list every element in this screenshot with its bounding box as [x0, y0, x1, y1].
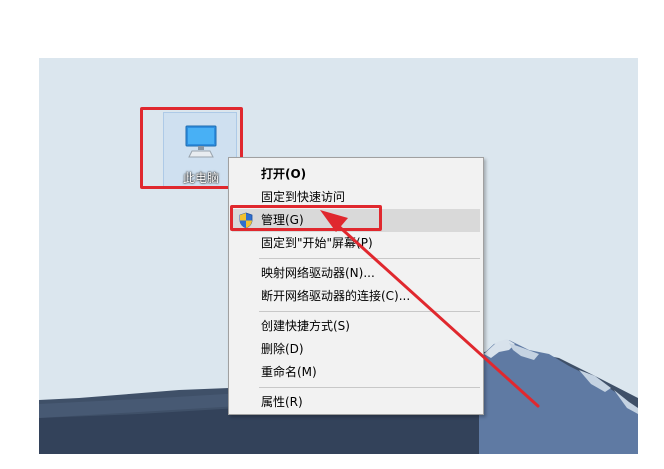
- menu-item-label: 固定到"开始"屏幕(P): [261, 236, 373, 250]
- menu-item-delete[interactable]: 删除(D): [229, 338, 483, 361]
- menu-item-label: 删除(D): [261, 342, 304, 356]
- menu-separator: [259, 258, 480, 259]
- menu-separator: [259, 387, 480, 388]
- menu-item-open[interactable]: 打开(O): [229, 163, 483, 186]
- menu-item-disconnect-network-drive[interactable]: 断开网络驱动器的连接(C)...: [229, 285, 483, 308]
- menu-item-label: 映射网络驱动器(N)...: [261, 266, 375, 280]
- context-menu: 打开(O) 固定到快速访问 管理(G) 固定到"开始"屏幕(P) 映射网络驱动器…: [228, 157, 484, 415]
- menu-separator: [259, 311, 480, 312]
- menu-item-rename[interactable]: 重命名(M): [229, 361, 483, 384]
- menu-item-pin-start[interactable]: 固定到"开始"屏幕(P): [229, 232, 483, 255]
- menu-item-label: 固定到快速访问: [261, 190, 346, 204]
- menu-item-map-network-drive[interactable]: 映射网络驱动器(N)...: [229, 262, 483, 285]
- highlight-box-manage: [230, 205, 382, 231]
- menu-item-label: 重命名(M): [261, 365, 317, 379]
- screenshot-page: 此电脑 打开(O) 固定到快速访问 管理(G) 固定到"开始"屏幕(P) 映射网…: [0, 0, 664, 469]
- menu-item-create-shortcut[interactable]: 创建快捷方式(S): [229, 315, 483, 338]
- menu-item-properties[interactable]: 属性(R): [229, 391, 483, 414]
- menu-item-label: 创建快捷方式(S): [261, 319, 350, 333]
- menu-item-label: 打开(O): [261, 167, 307, 181]
- menu-item-label: 属性(R): [261, 395, 303, 409]
- menu-item-label: 断开网络驱动器的连接(C)...: [261, 289, 411, 303]
